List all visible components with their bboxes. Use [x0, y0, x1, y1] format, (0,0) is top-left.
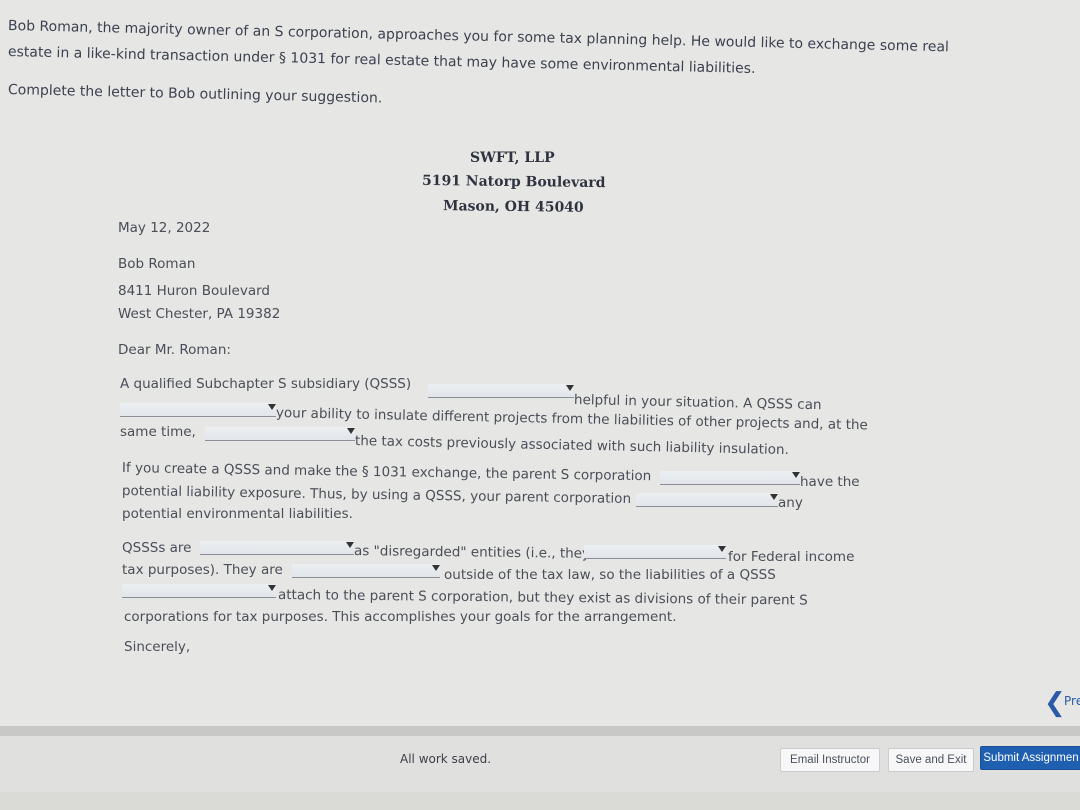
chevron-down-icon [770, 494, 778, 500]
email-instructor-button[interactable]: Email Instructor [780, 748, 880, 772]
chevron-left-icon[interactable]: ❮ [1044, 690, 1066, 716]
p1-text-e: the tax costs previously associated with… [354, 433, 789, 459]
p1-text-d: same time, [120, 424, 196, 440]
chevron-down-icon [792, 472, 800, 478]
p2-text-b: have the [800, 474, 860, 490]
p1-text-a: A qualified Subchapter S subsidiary (QSS… [120, 376, 412, 392]
prompt-line-2: estate in a like-kind transaction under … [7, 44, 756, 77]
chevron-down-icon [347, 428, 355, 434]
p3-text-c: for Federal income [728, 549, 855, 565]
p3-text-f: attach to the parent S corporation, but … [277, 587, 808, 609]
p3-text-a: QSSSs are [122, 540, 192, 556]
chevron-down-icon [268, 404, 276, 410]
dropdown-qsss-can[interactable] [120, 403, 276, 417]
firm-city: Mason, OH 45040 [442, 198, 584, 216]
chevron-down-icon [566, 385, 574, 391]
p3-text-b: as "disregarded" entities (i.e., they [353, 543, 591, 562]
prompt-instruction: Complete the letter to Bob outlining you… [7, 82, 383, 107]
recipient-name: Bob Roman [118, 256, 196, 272]
dropdown-tax-costs[interactable] [205, 427, 355, 441]
chevron-down-icon [346, 542, 354, 548]
dropdown-they[interactable] [584, 545, 726, 559]
firm-street: 5191 Natorp Boulevard [421, 172, 606, 192]
chevron-down-icon [432, 565, 440, 571]
dropdown-qsss-is[interactable] [428, 384, 574, 398]
p1-text-b: helpful in your situation. A QSSS can [573, 392, 822, 414]
chevron-down-icon [718, 546, 726, 552]
chevron-down-icon [268, 585, 276, 591]
letter-date: May 12, 2022 [118, 220, 211, 236]
p2-text-c: potential liability exposure. Thus, by u… [121, 483, 632, 507]
recipient-city: West Chester, PA 19382 [118, 306, 281, 322]
taskbar [0, 792, 1080, 810]
save-exit-button[interactable]: Save and Exit [888, 748, 974, 772]
dropdown-they-are[interactable] [292, 564, 440, 578]
firm-name: SWFT, LLP [470, 150, 555, 166]
dropdown-attach[interactable] [122, 584, 276, 598]
p2-text-e: potential environmental liabilities. [122, 506, 353, 522]
recipient-street: 8411 Huron Boulevard [118, 283, 270, 299]
p3-text-g: corporations for tax purposes. This acco… [124, 609, 677, 625]
p2-text-a: If you create a QSSS and make the § 1031… [121, 460, 652, 485]
p3-text-e: outside of the tax law, so the liabiliti… [444, 567, 776, 583]
dropdown-parent-have[interactable] [660, 471, 800, 485]
dropdown-parent-any[interactable] [636, 493, 778, 507]
prev-label[interactable]: Pre [1064, 694, 1080, 708]
footer-divider [0, 726, 1080, 736]
p2-text-d: any [778, 495, 803, 511]
save-status: All work saved. [400, 752, 492, 766]
dropdown-qsss-are[interactable] [200, 541, 354, 555]
p3-text-d: tax purposes). They are [122, 562, 283, 578]
submit-assignment-button[interactable]: Submit Assignmen [980, 746, 1080, 770]
salutation: Dear Mr. Roman: [118, 342, 231, 358]
closing: Sincerely, [124, 639, 191, 655]
